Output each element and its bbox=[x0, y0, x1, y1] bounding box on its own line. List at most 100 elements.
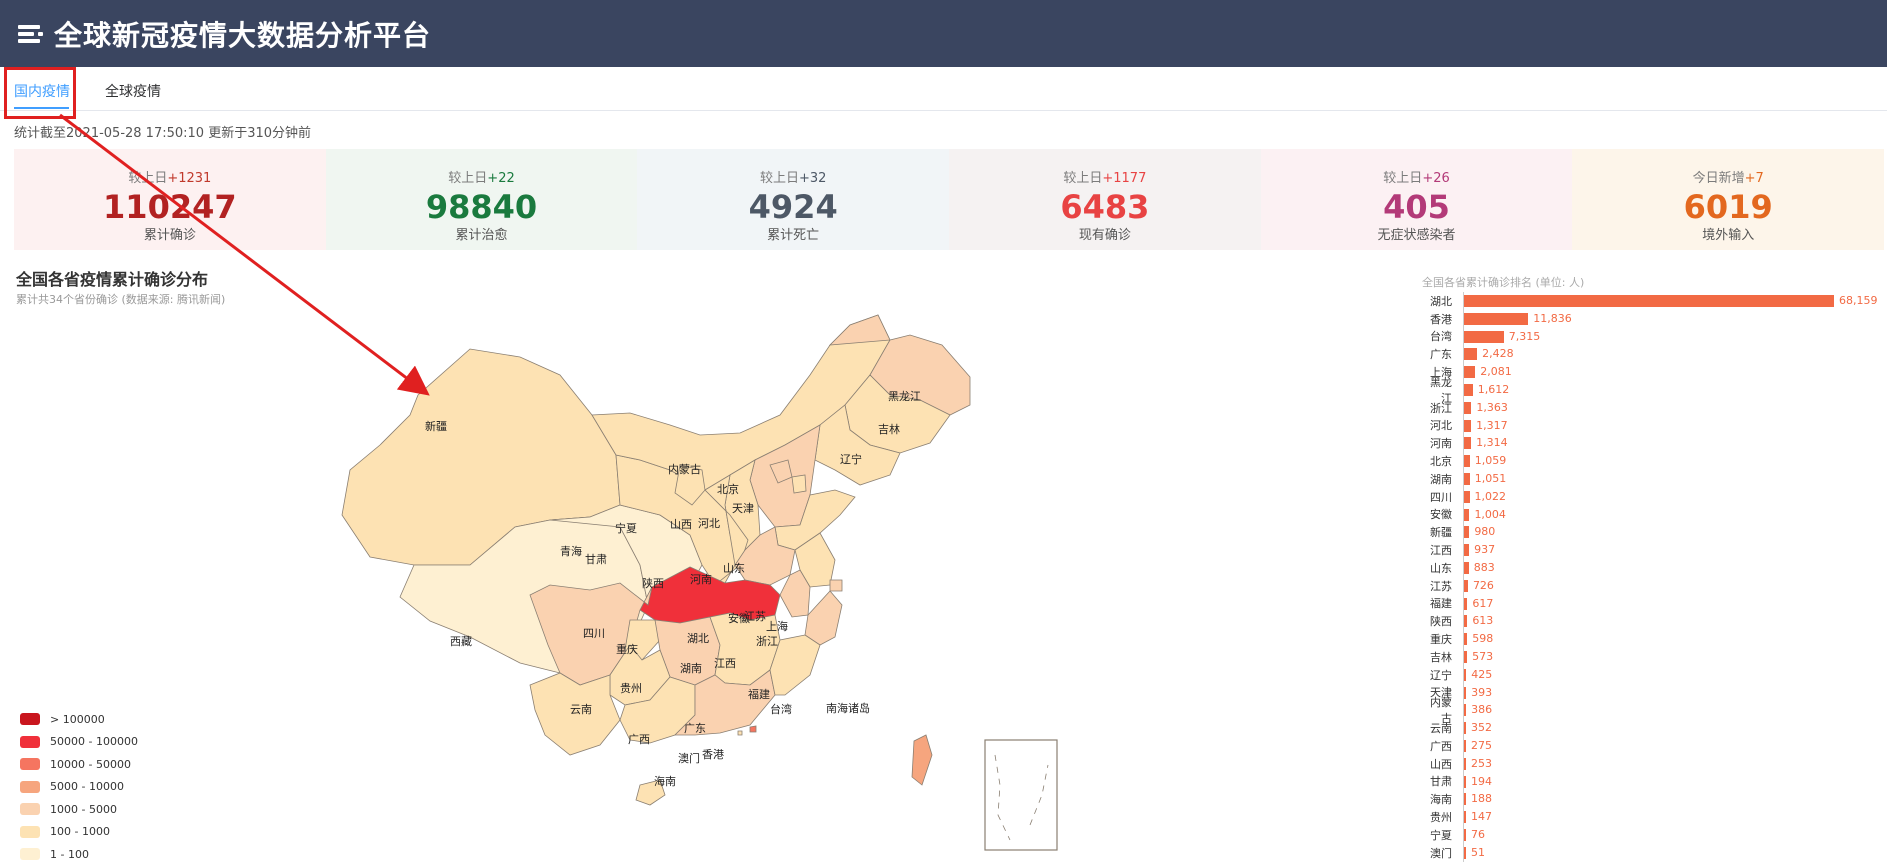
stat-label: 累计治愈 bbox=[455, 228, 508, 243]
ranking-name: 辽宁 bbox=[1430, 668, 1452, 682]
province-macau[interactable] bbox=[737, 730, 743, 736]
ranking-name: 台湾 bbox=[1430, 330, 1452, 344]
ranking-name: 甘肃 bbox=[1430, 775, 1452, 789]
ranking-bar[interactable] bbox=[1464, 366, 1476, 379]
update-time-text: 统计截至2021-05-28 17:50:10 更新于310分钟前 bbox=[14, 126, 312, 141]
ranking-bar[interactable] bbox=[1464, 526, 1470, 539]
stat-delta: 较上日+26 bbox=[1261, 167, 1573, 186]
legend-item[interactable]: 50000 - 100000 bbox=[20, 731, 138, 754]
ranking-chart: 湖北 68,159 香港 11,836 台湾 7,315 广东 2,428 上海 2,081 黑龙江… bbox=[1420, 292, 1880, 862]
ranking-value: 726 bbox=[1472, 578, 1494, 592]
ranking-bar[interactable] bbox=[1464, 668, 1467, 681]
ranking-bar[interactable] bbox=[1464, 295, 1834, 307]
menu-icon[interactable] bbox=[18, 23, 44, 45]
legend-item[interactable]: 1000 - 5000 bbox=[20, 798, 138, 821]
province-label: 内蒙古 bbox=[668, 462, 701, 476]
province-label: 浙江 bbox=[756, 635, 778, 648]
ranking-value: 598 bbox=[1472, 632, 1494, 646]
stat-value: 4924 bbox=[748, 188, 838, 226]
ranking-bar[interactable] bbox=[1464, 739, 1466, 752]
ranking-bar[interactable] bbox=[1464, 508, 1470, 521]
ranking-bar[interactable] bbox=[1464, 383, 1473, 396]
ranking-bar[interactable] bbox=[1464, 579, 1468, 592]
legend-label: 50000 - 100000 bbox=[50, 735, 138, 749]
ranking-row: 香港 11,836 bbox=[1420, 309, 1880, 328]
ranking-bar[interactable] bbox=[1464, 633, 1468, 646]
china-map[interactable]: 新疆 西藏 青海 甘肃 宁夏 内蒙古 黑龙江 吉林 辽宁 北京 天津 河北 山西 山东 陕西 河南 四川 重庆 湖北… bbox=[330, 265, 1110, 864]
ranking-row: 贵州 147 bbox=[1420, 808, 1880, 826]
ranking-bar[interactable] bbox=[1464, 561, 1469, 574]
ranking-bar[interactable] bbox=[1464, 455, 1470, 468]
ranking-bar[interactable] bbox=[1464, 704, 1467, 717]
legend-item[interactable]: > 100000 bbox=[20, 708, 138, 731]
ranking-bar[interactable] bbox=[1464, 811, 1466, 824]
ranking-row: 海南 188 bbox=[1420, 790, 1880, 809]
ranking-bar[interactable] bbox=[1464, 828, 1466, 841]
nine-dash-line bbox=[994, 754, 1049, 841]
ranking-value: 76 bbox=[1471, 827, 1485, 841]
ranking-bar[interactable] bbox=[1464, 544, 1470, 557]
province-taiwan[interactable] bbox=[911, 734, 933, 786]
province-shanghai[interactable] bbox=[829, 579, 843, 592]
province-label: 宁夏 bbox=[615, 521, 637, 535]
ranking-value: 617 bbox=[1472, 596, 1494, 610]
ranking-name: 浙江 bbox=[1430, 401, 1452, 415]
ranking-name: 北京 bbox=[1430, 455, 1452, 469]
ranking-bar[interactable] bbox=[1464, 490, 1470, 503]
ranking-value: 2,428 bbox=[1482, 347, 1514, 361]
province-label: 山西 bbox=[670, 518, 692, 531]
ranking-row: 广东 2,428 bbox=[1420, 345, 1880, 364]
ranking-row: 安徽 1,004 bbox=[1420, 505, 1880, 524]
ranking-bar[interactable] bbox=[1464, 437, 1472, 450]
ranking-row: 澳门 51 bbox=[1420, 843, 1880, 862]
stat-label: 累计死亡 bbox=[767, 228, 820, 243]
legend-item[interactable]: 10000 - 50000 bbox=[20, 753, 138, 776]
province-label: 广东 bbox=[684, 722, 706, 735]
legend-swatch bbox=[20, 735, 40, 748]
ranking-name: 新疆 bbox=[1430, 526, 1452, 540]
ranking-value: 188 bbox=[1471, 792, 1492, 806]
province-label: 辽宁 bbox=[840, 452, 862, 466]
stat-value: 6019 bbox=[1683, 188, 1773, 226]
ranking-bar[interactable] bbox=[1464, 722, 1466, 735]
province-hongkong[interactable] bbox=[749, 725, 757, 733]
ranking-bar[interactable] bbox=[1464, 615, 1468, 628]
ranking-bar[interactable] bbox=[1464, 330, 1504, 343]
ranking-name: 江西 bbox=[1430, 544, 1452, 558]
ranking-bar[interactable] bbox=[1464, 757, 1466, 770]
ranking-row: 广西 275 bbox=[1420, 736, 1880, 755]
tab-global[interactable]: 全球疫情 bbox=[105, 81, 161, 101]
legend-item[interactable]: 1 - 100 bbox=[20, 843, 138, 866]
stat-delta: 今日新增+7 bbox=[1572, 167, 1884, 186]
stat-delta-value: +7 bbox=[1744, 171, 1764, 186]
tab-bar: 国内疫情 全球疫情 bbox=[0, 67, 1887, 111]
ranking-value: 980 bbox=[1474, 525, 1496, 539]
legend-item[interactable]: 5000 - 10000 bbox=[20, 776, 138, 799]
province-zhejiang[interactable] bbox=[804, 590, 843, 646]
ranking-value: 1,317 bbox=[1476, 418, 1508, 432]
ranking-bar[interactable] bbox=[1464, 312, 1529, 325]
ranking-name: 陕西 bbox=[1430, 615, 1452, 629]
ranking-value: 11,836 bbox=[1533, 311, 1572, 325]
ranking-bar[interactable] bbox=[1464, 472, 1470, 485]
ranking-bar[interactable] bbox=[1464, 775, 1466, 788]
province-label: 河南 bbox=[690, 573, 712, 586]
stat-delta-value: +1177 bbox=[1102, 171, 1147, 186]
ranking-bar[interactable] bbox=[1464, 846, 1466, 859]
legend-item[interactable]: 100 - 1000 bbox=[20, 821, 138, 844]
ranking-value: 147 bbox=[1471, 810, 1492, 824]
ranking-bar[interactable] bbox=[1464, 650, 1468, 663]
province-tianjin[interactable] bbox=[791, 474, 807, 494]
ranking-value: 253 bbox=[1471, 756, 1492, 770]
china-map-svg[interactable]: 新疆西藏 青海甘肃 宁夏 内蒙古 黑龙江吉林辽宁北京天津河北山西山东陕西 河南四川重庆 湖北… bbox=[330, 265, 1110, 864]
ranking-name: 澳门 bbox=[1430, 846, 1452, 860]
ranking-bar[interactable] bbox=[1464, 686, 1467, 699]
legend-swatch bbox=[20, 713, 40, 726]
ranking-bar[interactable] bbox=[1464, 401, 1472, 414]
ranking-bar[interactable] bbox=[1464, 597, 1468, 610]
stat-delta-label: 较上日 bbox=[448, 171, 488, 186]
ranking-bar[interactable] bbox=[1464, 348, 1478, 361]
ranking-bar[interactable] bbox=[1464, 793, 1466, 806]
province-label: 河北 bbox=[698, 517, 720, 530]
ranking-bar[interactable] bbox=[1464, 419, 1472, 432]
